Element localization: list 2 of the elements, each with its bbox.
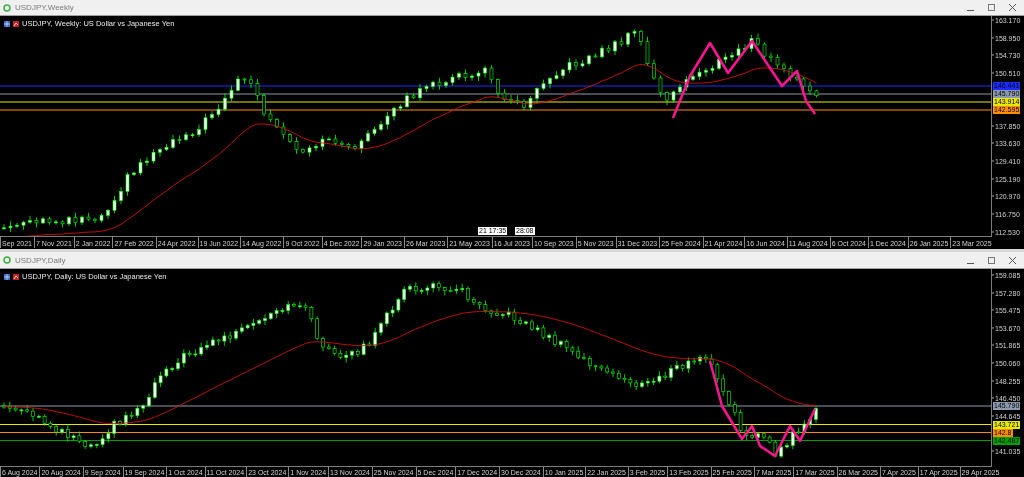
window-title: USDJPY,Weekly: [15, 3, 74, 12]
window-title: USDJPY,Daily: [15, 255, 66, 265]
